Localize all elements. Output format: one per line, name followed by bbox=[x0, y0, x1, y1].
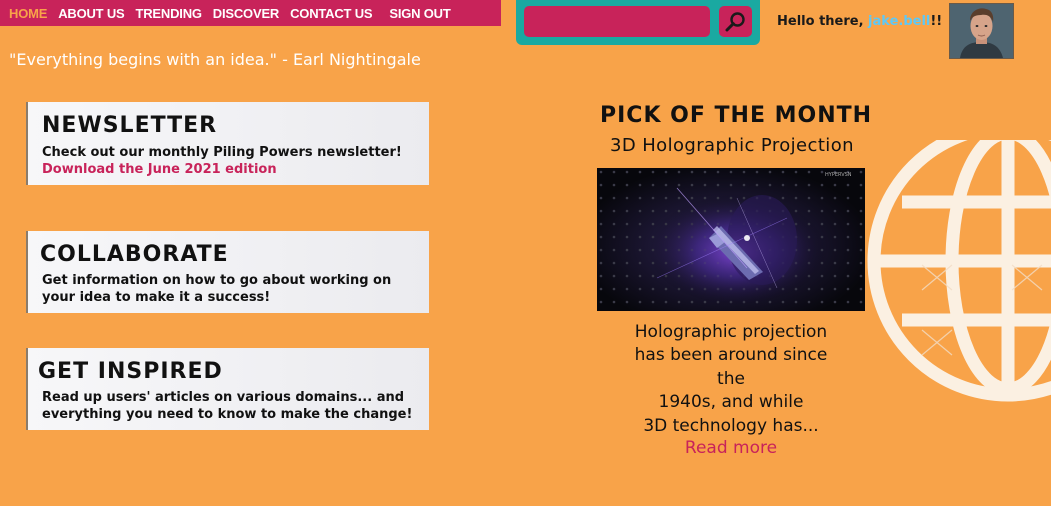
greeting: Hello there, jake.bell!! bbox=[777, 14, 942, 29]
card-text: Read up users' articles on various domai… bbox=[42, 390, 413, 422]
hologram-illustration: HYPERVSN bbox=[597, 168, 865, 311]
nav-home[interactable]: HOME bbox=[9, 6, 47, 21]
newsletter-card: NEWSLETTER Check out our monthly Piling … bbox=[26, 102, 429, 185]
search-input[interactable] bbox=[524, 6, 710, 37]
top-nav: HOME ABOUT US TRENDING DISCOVER CONTACT … bbox=[0, 0, 501, 26]
nav-trending[interactable]: TRENDING bbox=[136, 6, 202, 21]
image-watermark: HYPERVSN bbox=[825, 172, 852, 178]
hologram-image[interactable]: HYPERVSN bbox=[597, 168, 865, 311]
collaborate-card: COLLABORATE Get information on how to go… bbox=[26, 231, 429, 313]
pick-desc-line: Holographic projection bbox=[634, 322, 828, 342]
card-text: Check out our monthly Piling Powers news… bbox=[42, 145, 402, 160]
avatar-portrait bbox=[950, 4, 1013, 58]
nav-sign-out[interactable]: SIGN OUT bbox=[389, 6, 450, 21]
newsletter-download-link[interactable]: Download the June 2021 edition bbox=[42, 162, 277, 177]
pick-description: Holographic projection has been around s… bbox=[597, 321, 865, 438]
card-title: NEWSLETTER bbox=[42, 113, 218, 138]
avatar[interactable] bbox=[949, 3, 1014, 59]
pick-of-month-title: PICK OF THE MONTH bbox=[600, 103, 873, 128]
pick-desc-line: 3D technology has... bbox=[643, 415, 819, 436]
greeting-suffix: !! bbox=[930, 14, 943, 29]
read-more-link[interactable]: Read more bbox=[597, 438, 865, 458]
nav-contact-us[interactable]: CONTACT US bbox=[290, 6, 372, 21]
pick-desc-line: the bbox=[717, 368, 745, 389]
pick-desc-line: has been around since bbox=[634, 345, 828, 366]
greeting-prefix: Hello there, bbox=[777, 14, 869, 29]
nav-about-us[interactable]: ABOUT US bbox=[58, 6, 124, 21]
search-icon bbox=[725, 12, 745, 32]
card-text: Get information on how to go about worki… bbox=[42, 273, 392, 305]
get-inspired-card: GET INSPIRED Read up users' articles on … bbox=[26, 348, 429, 430]
quote: "Everything begins with an idea." - Earl… bbox=[9, 50, 421, 69]
globe-icon bbox=[867, 140, 1051, 402]
search-bar bbox=[516, 0, 760, 45]
pick-of-month-subtitle: 3D Holographic Projection bbox=[610, 135, 854, 156]
pick-desc-line: 1940s, and while bbox=[658, 392, 804, 413]
search-button[interactable] bbox=[719, 6, 752, 37]
card-title: GET INSPIRED bbox=[38, 359, 223, 384]
nav-discover[interactable]: DISCOVER bbox=[213, 6, 280, 21]
username-link[interactable]: jake.bell bbox=[868, 14, 930, 29]
card-title: COLLABORATE bbox=[40, 242, 229, 267]
